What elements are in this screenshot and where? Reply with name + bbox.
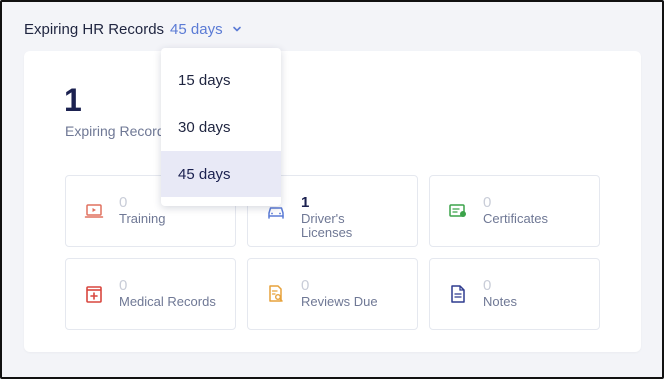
tile-count: 0	[119, 277, 128, 294]
review-document-icon	[269, 285, 283, 302]
dropdown-option-15-days[interactable]: 15 days	[161, 57, 281, 103]
tile-count: 1	[301, 194, 310, 211]
period-dropdown-menu: 15 days 30 days 45 days	[161, 48, 281, 206]
total-expiring-count: 1	[64, 82, 82, 118]
tile-label: Reviews Due	[301, 294, 378, 309]
total-expiring-label: Expiring Records	[65, 123, 172, 139]
tile-count: 0	[301, 277, 310, 294]
widget-title: Expiring HR Records	[24, 20, 165, 38]
dropdown-option-45-days[interactable]: 45 days	[161, 151, 281, 197]
tile-label: Notes	[483, 294, 517, 309]
tile-certificates[interactable]: 0 Certificates	[429, 175, 600, 247]
tile-reviews-due[interactable]: 0 Reviews Due	[247, 258, 418, 330]
tile-medical-records[interactable]: 0 Medical Records	[65, 258, 236, 330]
tile-count: 0	[483, 277, 492, 294]
dropdown-option-30-days[interactable]: 30 days	[161, 104, 281, 150]
note-document-icon	[451, 285, 465, 303]
period-selector-value[interactable]: 45 days	[170, 21, 223, 38]
tile-count: 0	[483, 194, 492, 211]
medical-kit-icon	[86, 286, 102, 303]
tile-notes[interactable]: 0 Notes	[429, 258, 600, 330]
chevron-down-icon[interactable]	[231, 23, 243, 35]
laptop-icon	[84, 204, 104, 218]
tile-label: Medical Records	[119, 294, 216, 309]
tile-count: 0	[119, 194, 128, 211]
tile-label: Certificates	[483, 211, 549, 226]
tile-label: Driver's Licenses	[301, 211, 353, 240]
widget-frame: Expiring HR Records 45 days 1 Expiring R…	[0, 0, 664, 379]
widget-header: Expiring HR Records 45 days	[24, 19, 243, 39]
period-selector[interactable]: 45 days	[170, 21, 243, 38]
tile-label: Training	[119, 211, 166, 226]
certificate-icon	[449, 204, 466, 217]
